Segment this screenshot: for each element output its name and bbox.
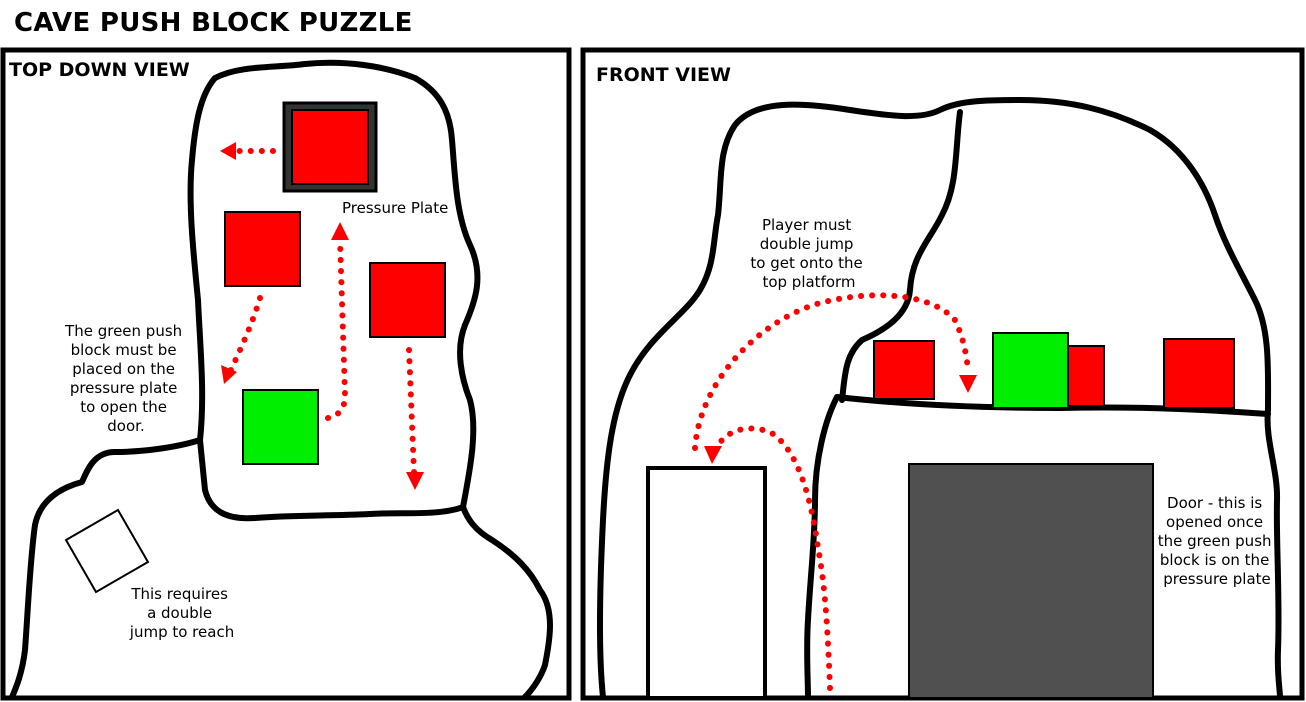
pressure-plate-label: Pressure Plate	[342, 199, 448, 217]
red-block-upper-left	[224, 211, 301, 287]
top-down-view-panel: TOP DOWN VIEW Pressure Plate The green p…	[0, 47, 572, 701]
green-push-block	[242, 389, 319, 465]
player-note: Player must double jump to get onto the …	[750, 216, 867, 291]
front-view-panel: FRONT VIEW Player must double jump to ge…	[580, 47, 1305, 701]
top-down-view-title: TOP DOWN VIEW	[9, 59, 190, 81]
white-pillar	[646, 466, 767, 700]
front-view-title: FRONT VIEW	[596, 64, 731, 86]
front-red-block-2	[1065, 345, 1105, 407]
red-block-right	[369, 262, 446, 338]
red-block-on-plate	[291, 109, 369, 185]
front-red-block-3	[1163, 338, 1235, 409]
front-red-block-1	[873, 340, 935, 400]
door-note: Door - this is opened once the green pus…	[1158, 494, 1277, 588]
puzzle-diagram: TOP DOWN VIEW Pressure Plate The green p…	[0, 47, 1305, 701]
front-green-block	[992, 332, 1069, 409]
door	[908, 463, 1154, 699]
